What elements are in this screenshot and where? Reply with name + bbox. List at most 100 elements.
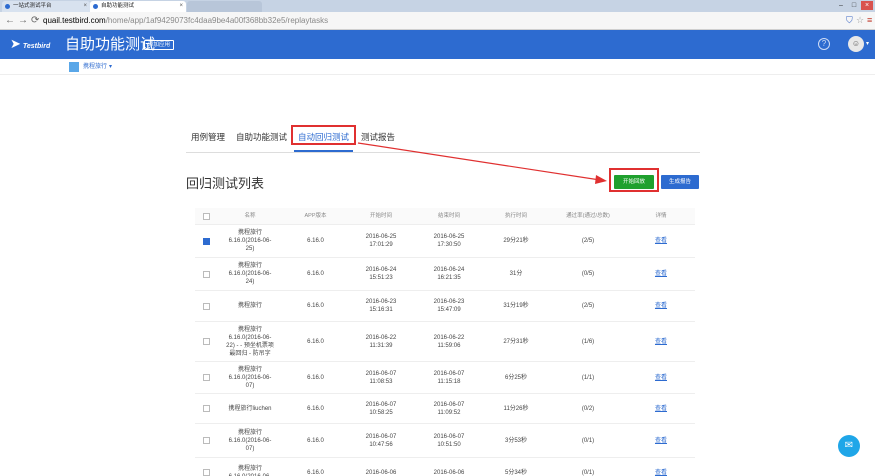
cell-start-time: 2016-06-07 10:58:25: [348, 394, 414, 423]
row-checkbox[interactable]: [202, 237, 210, 245]
chat-icon[interactable]: ✉: [838, 435, 860, 457]
end-time-line: 11:09:52: [437, 409, 461, 416]
row-select-cell: [195, 258, 217, 290]
cell-start-time: 2016-06-25 17:01:29: [348, 225, 414, 257]
view-detail-link[interactable]: 查看: [655, 405, 667, 413]
table-row: 携程旅行 6.16.0(2016-06- 07) 6.16.0 2016-06-07 11…: [195, 362, 695, 394]
cell-detail: 查看: [628, 258, 694, 290]
name-line: 6.16.0(2016-06-: [229, 473, 272, 476]
row-select-cell: [195, 362, 217, 393]
cell-start-time: 2016-06-07 10:47:56: [348, 424, 414, 457]
end-time-line: 2016-06-06: [433, 469, 465, 476]
row-select-cell: [195, 322, 217, 361]
start-time-line: 2016-06-07: [365, 370, 397, 377]
start-time-line: 11:08:53: [369, 378, 393, 385]
cell-duration: 5分34秒: [504, 469, 527, 476]
cell-pass-rate: (1/1): [581, 374, 595, 381]
start-time-line: 17:01:29: [369, 242, 393, 248]
cell-detail: 查看: [628, 322, 694, 361]
cell-detail: 查看: [628, 362, 694, 393]
header-duration: 执行时间: [504, 213, 527, 219]
view-detail-link[interactable]: 查看: [655, 302, 667, 310]
cell-detail: 查看: [628, 291, 694, 321]
name-line: 携程旅行: [237, 366, 262, 373]
cell-version: 6.16.0: [307, 338, 324, 345]
view-detail-link[interactable]: 查看: [655, 270, 667, 278]
name-line: 携程旅行: [237, 303, 262, 309]
cell-pass-rate: (2/5): [581, 238, 595, 244]
cell-start-time: 2016-06-24 15:51:23: [348, 258, 414, 290]
regression-table: 名称 APP版本 开始时间 结束时间 执行时间 通过率(通过/总数) 详情 携程…: [195, 208, 695, 476]
name-line: 携程旅行liuchen: [228, 405, 272, 412]
cell-name: 携程旅行 6.16.0(2016-06- 07): [217, 362, 283, 393]
cell-name: 携程旅行liuchen: [217, 394, 283, 423]
end-time-line: 2016-06-23: [433, 299, 465, 305]
end-time-line: 11:59:06: [437, 342, 461, 349]
end-time-line: 16:21:35: [437, 275, 461, 281]
name-line: 携程旅行: [237, 326, 262, 333]
name-line: 最回归 - 防吊字: [229, 350, 271, 357]
view-detail-link[interactable]: 查看: [655, 374, 667, 382]
generate-report-button[interactable]: 生成报告: [661, 175, 699, 189]
name-line: 携程旅行: [237, 230, 262, 236]
end-time-line: 15:47:09: [437, 307, 461, 313]
row-checkbox[interactable]: [202, 469, 210, 476]
table-row: 携程旅行 6.16.0 2016-06-23 15:16:31 2016-06-23 15…: [195, 291, 695, 322]
cell-duration: 31分19秒: [503, 303, 529, 309]
table-row: 携程旅行 6.16.0(2016-06- 07) 6.16.0 2016-06-07 10…: [195, 424, 695, 458]
start-time-line: 10:47:56: [369, 441, 393, 448]
row-select-cell: [195, 394, 217, 423]
name-line: 携程旅行: [237, 263, 262, 269]
start-time-line: 2016-06-23: [365, 299, 397, 305]
row-checkbox[interactable]: [202, 270, 210, 278]
cell-name: 携程旅行: [217, 291, 283, 321]
name-line: 07): [245, 445, 255, 452]
select-all-checkbox[interactable]: [202, 213, 210, 220]
cell-end-time: 2016-06-06: [414, 458, 484, 476]
cell-start-time: 2016-06-22 11:31:39: [348, 322, 414, 361]
end-time-line: 2016-06-07: [433, 401, 465, 408]
view-detail-link[interactable]: 查看: [655, 469, 667, 476]
cell-pass-rate: (0/1): [581, 437, 595, 444]
name-line: 24): [245, 279, 255, 285]
row-checkbox[interactable]: [202, 338, 210, 345]
view-detail-link[interactable]: 查看: [655, 338, 667, 346]
end-time-line: 2016-06-24: [433, 267, 465, 273]
row-checkbox[interactable]: [202, 374, 210, 381]
row-checkbox[interactable]: [202, 405, 210, 412]
cell-duration: 11分26秒: [503, 405, 529, 412]
cell-version: 6.16.0: [307, 469, 324, 476]
table-row: 携程旅行liuchen 6.16.0 2016-06-07 10:58:25 2016-…: [195, 394, 695, 424]
name-line: 22) - - 预坐机票项: [226, 342, 274, 349]
start-time-line: 2016-06-07: [365, 401, 397, 408]
start-time-line: 2016-06-24: [365, 267, 397, 273]
cell-version: 6.16.0: [307, 374, 324, 381]
cell-end-time: 2016-06-25 17:30:50: [414, 225, 484, 257]
view-detail-link[interactable]: 查看: [655, 437, 667, 445]
name-line: 携程旅行: [237, 429, 262, 436]
end-time-line: 2016-06-07: [433, 433, 465, 440]
cell-name: 携程旅行6.16.0(2016-06-: [217, 458, 283, 476]
row-checkbox[interactable]: [202, 302, 210, 310]
cell-duration: 31分: [509, 271, 523, 277]
start-time-line: 10:58:25: [369, 409, 393, 416]
table-body: 携程旅行 6.16.0(2016-06- 25) 6.16.0 2016-06-25 17…: [195, 225, 695, 476]
end-time-line: 2016-06-07: [433, 370, 465, 377]
cell-pass-rate: (0/5): [581, 271, 595, 277]
view-detail-link[interactable]: 查看: [655, 237, 667, 245]
page: 一站式测试平台 × 自助功能测试 × – □ × ← → ⟳ quail.tes…: [0, 0, 875, 476]
name-line: 6.16.0(2016-06-: [228, 238, 272, 244]
cell-duration: 6分25秒: [504, 374, 527, 381]
header-end: 结束时间: [437, 213, 460, 219]
table-row: 携程旅行 6.16.0(2016-06- 24) 6.16.0 2016-06-24 15…: [195, 258, 695, 291]
header-version: APP版本: [304, 213, 327, 219]
cell-detail: 查看: [628, 394, 694, 423]
row-checkbox[interactable]: [202, 437, 210, 444]
name-line: 6.16.0(2016-06-: [228, 374, 272, 381]
annotation-arrow-line: [357, 142, 601, 181]
start-time-line: 11:31:39: [369, 342, 393, 349]
name-line: 6.16.0(2016-06-: [228, 437, 272, 444]
start-replay-button[interactable]: 开始回放: [614, 175, 654, 189]
header-select: [195, 208, 217, 225]
header-detail: 详情: [655, 213, 667, 219]
